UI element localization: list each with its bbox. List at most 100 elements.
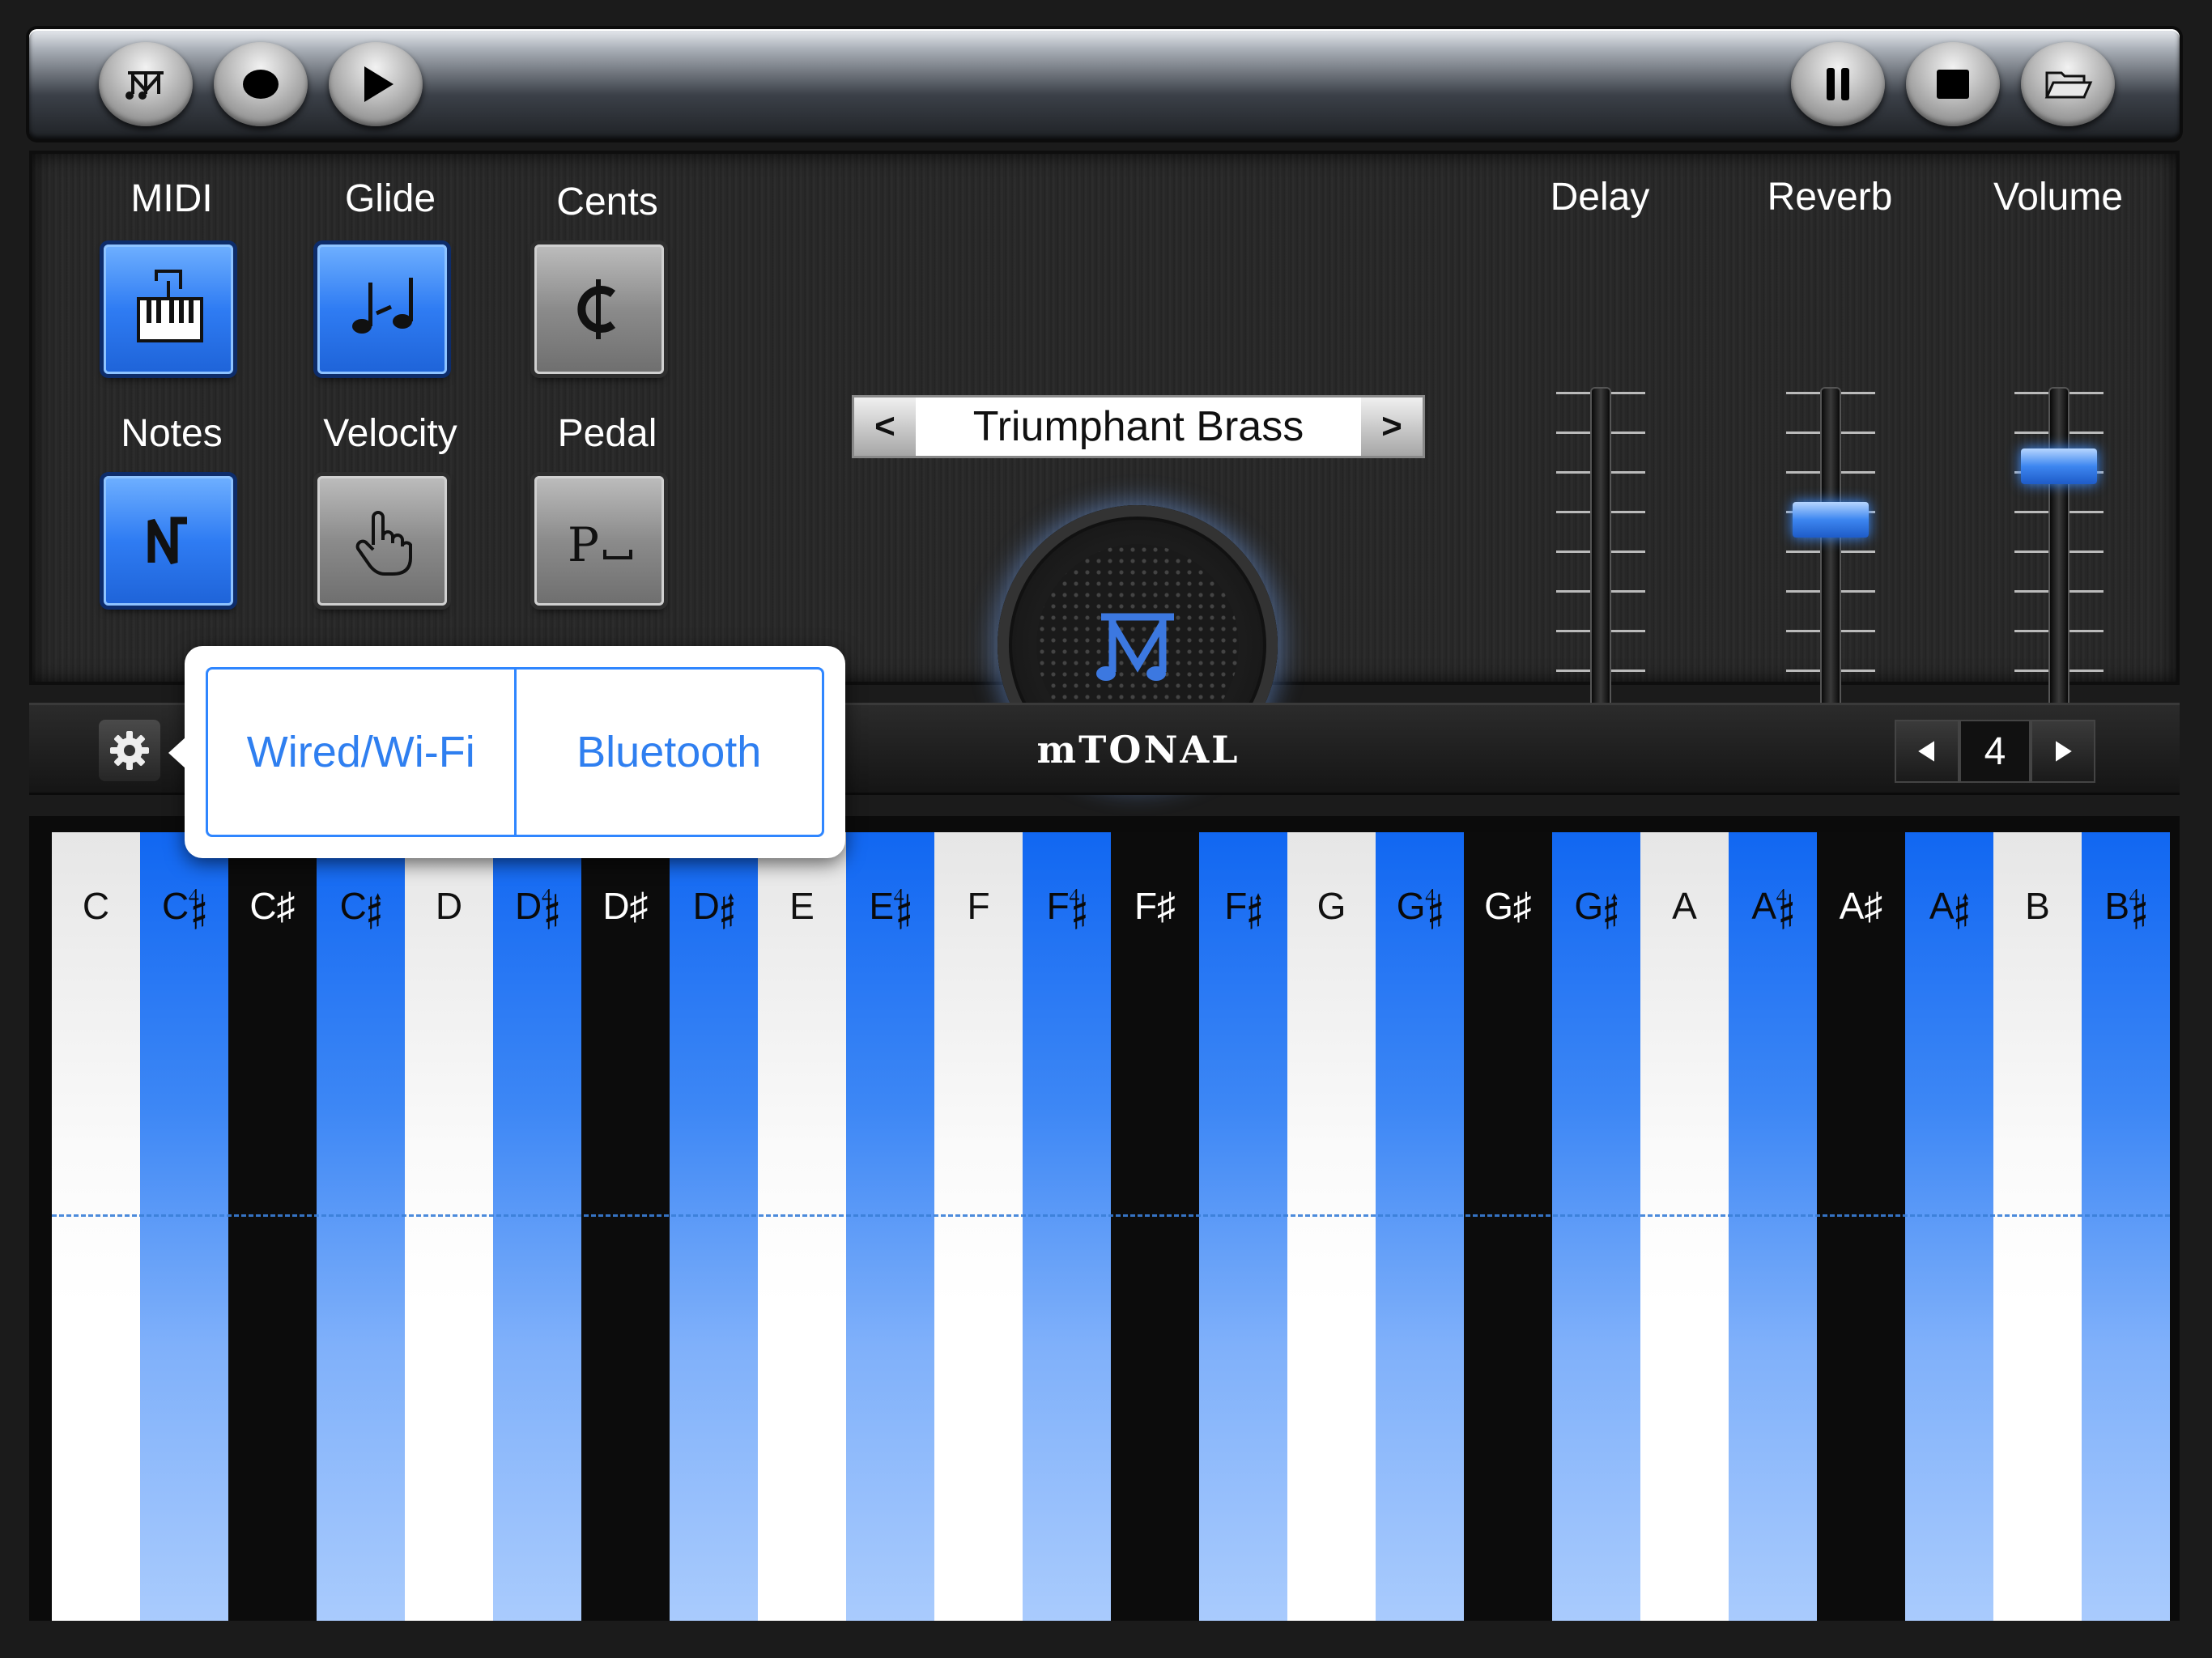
wired-wifi-option[interactable]: Wired/Wi-Fi <box>208 670 514 835</box>
piano-key[interactable]: A♯ <box>1817 832 1905 1621</box>
piano-key[interactable]: B𝄲 <box>2082 832 2170 1621</box>
piano-key-label: B𝄲 <box>2104 885 2147 927</box>
octave-up-button[interactable] <box>2031 720 2095 783</box>
open-file-button[interactable] <box>2021 42 2115 126</box>
piano-key[interactable]: F♯ <box>1111 832 1199 1621</box>
record-button[interactable] <box>214 42 308 126</box>
piano-key-label: A𝄲 <box>1751 885 1794 927</box>
piano-key[interactable]: G♯ <box>1464 832 1552 1621</box>
stop-button[interactable] <box>1906 42 2000 126</box>
preset-selector: < Triumphant Brass > <box>852 395 1425 458</box>
popover-arrow <box>168 737 186 769</box>
control-panel: MIDI Glide Cents Notes Velocity Pedal P … <box>29 151 2180 785</box>
piano-key-label: F <box>967 885 990 927</box>
stop-icon <box>1937 70 1969 99</box>
preset-next-button[interactable]: > <box>1361 397 1423 456</box>
midi-connection-popover: Wired/Wi-Fi Bluetooth <box>168 646 845 858</box>
piano-key-label: F𝄰 <box>1224 885 1262 927</box>
piano-key-label: A <box>1672 885 1697 927</box>
notes-label: Notes <box>121 412 223 455</box>
octave-down-button[interactable] <box>1895 720 1959 783</box>
piano-key-label: F♯ <box>1134 885 1176 927</box>
cents-toggle-button[interactable] <box>534 244 664 374</box>
piano-key[interactable]: C𝄰 <box>317 832 405 1621</box>
piano-key-label: E𝄲 <box>869 885 912 927</box>
piano-key[interactable]: G𝄲 <box>1376 832 1464 1621</box>
piano-key-label: D𝄰 <box>692 885 735 927</box>
midi-toggle-button[interactable] <box>104 244 233 374</box>
piano-key-label: G♯ <box>1484 885 1532 927</box>
piano-key-label: D♯ <box>602 885 649 927</box>
piano-key-label: A𝄰 <box>1929 885 1970 927</box>
preset-name: Triumphant Brass <box>916 397 1361 456</box>
preset-prev-button[interactable]: < <box>854 397 916 456</box>
record-icon <box>243 70 279 99</box>
glide-toggle-button[interactable] <box>317 244 447 374</box>
piano-key-label: A♯ <box>1839 885 1883 927</box>
hand-touch-icon <box>355 511 412 576</box>
piano-key-label: F𝄲 <box>1046 885 1087 927</box>
settings-button[interactable] <box>99 720 160 781</box>
delay-label: Delay <box>1550 176 1650 219</box>
volume-label: Volume <box>1993 176 2124 219</box>
glide-notes-icon <box>352 278 413 334</box>
piano-key[interactable]: B <box>1993 832 2082 1621</box>
logo-icon <box>125 71 164 100</box>
piano-key[interactable]: D𝄲 <box>493 832 581 1621</box>
piano-key[interactable]: E𝄲 <box>846 832 934 1621</box>
piano-key-label: B <box>2025 885 2050 927</box>
reverb-slider-knob[interactable] <box>1793 502 1869 538</box>
piano-key[interactable]: G𝄰 <box>1552 832 1640 1621</box>
octave-value: 4 <box>1959 720 2031 783</box>
pedal-icon: P <box>568 517 632 572</box>
piano-key[interactable]: G <box>1287 832 1376 1621</box>
piano-key-label: D𝄲 <box>515 885 559 927</box>
pedal-label: Pedal <box>557 412 657 455</box>
glide-label: Glide <box>344 177 436 220</box>
logo-button[interactable] <box>99 42 193 126</box>
piano-key[interactable]: C♯ <box>228 832 317 1621</box>
pedal-toggle-button[interactable]: P <box>534 476 664 606</box>
piano-key[interactable]: D <box>405 832 493 1621</box>
piano-key-label: C𝄰 <box>339 885 382 927</box>
svg-text:P: P <box>568 517 599 572</box>
velocity-midline <box>52 1214 2170 1217</box>
piano-key-label: E <box>789 885 815 927</box>
octave-selector: 4 <box>1895 720 2095 783</box>
piano-key-label: C♯ <box>249 885 296 927</box>
play-button[interactable] <box>329 42 423 126</box>
piano-key[interactable]: E <box>758 832 846 1621</box>
velocity-toggle-button[interactable] <box>317 476 447 606</box>
piano-key[interactable]: A𝄲 <box>1729 832 1817 1621</box>
piano-key[interactable]: F <box>934 832 1023 1621</box>
piano-key[interactable]: D𝄰 <box>670 832 758 1621</box>
piano-key[interactable]: C <box>52 832 140 1621</box>
piano-key[interactable]: F𝄰 <box>1199 832 1287 1621</box>
mtonal-logo-icon <box>1096 613 1174 681</box>
piano-key[interactable]: A <box>1640 832 1729 1621</box>
piano-key-label: C𝄲 <box>162 885 206 927</box>
keyboard-cable-icon <box>137 270 203 342</box>
volume-slider-knob[interactable] <box>2021 449 2097 484</box>
cents-icon <box>577 279 616 339</box>
left-arrow-icon <box>1918 741 1934 762</box>
right-arrow-icon <box>2056 741 2072 762</box>
reverb-label: Reverb <box>1767 176 1893 219</box>
bluetooth-option[interactable]: Bluetooth <box>513 670 823 835</box>
gear-icon <box>110 731 149 770</box>
cents-label: Cents <box>556 181 658 223</box>
piano-key-label: D <box>435 885 463 927</box>
pause-button[interactable] <box>1791 42 1885 126</box>
piano-key-label: G𝄰 <box>1574 885 1619 927</box>
piano-key-label: G <box>1317 885 1346 927</box>
play-icon <box>364 66 393 102</box>
piano-key[interactable]: D♯ <box>581 832 670 1621</box>
folder-icon <box>2044 71 2093 99</box>
transport-bar <box>29 29 2180 139</box>
piano-key[interactable]: F𝄲 <box>1023 832 1111 1621</box>
piano-key[interactable]: A𝄰 <box>1905 832 1993 1621</box>
piano-key[interactable]: C𝄲 <box>140 832 228 1621</box>
connection-segmented-control: Wired/Wi-Fi Bluetooth <box>206 667 824 837</box>
notes-toggle-button[interactable] <box>104 476 233 606</box>
velocity-label: Velocity <box>323 412 457 455</box>
